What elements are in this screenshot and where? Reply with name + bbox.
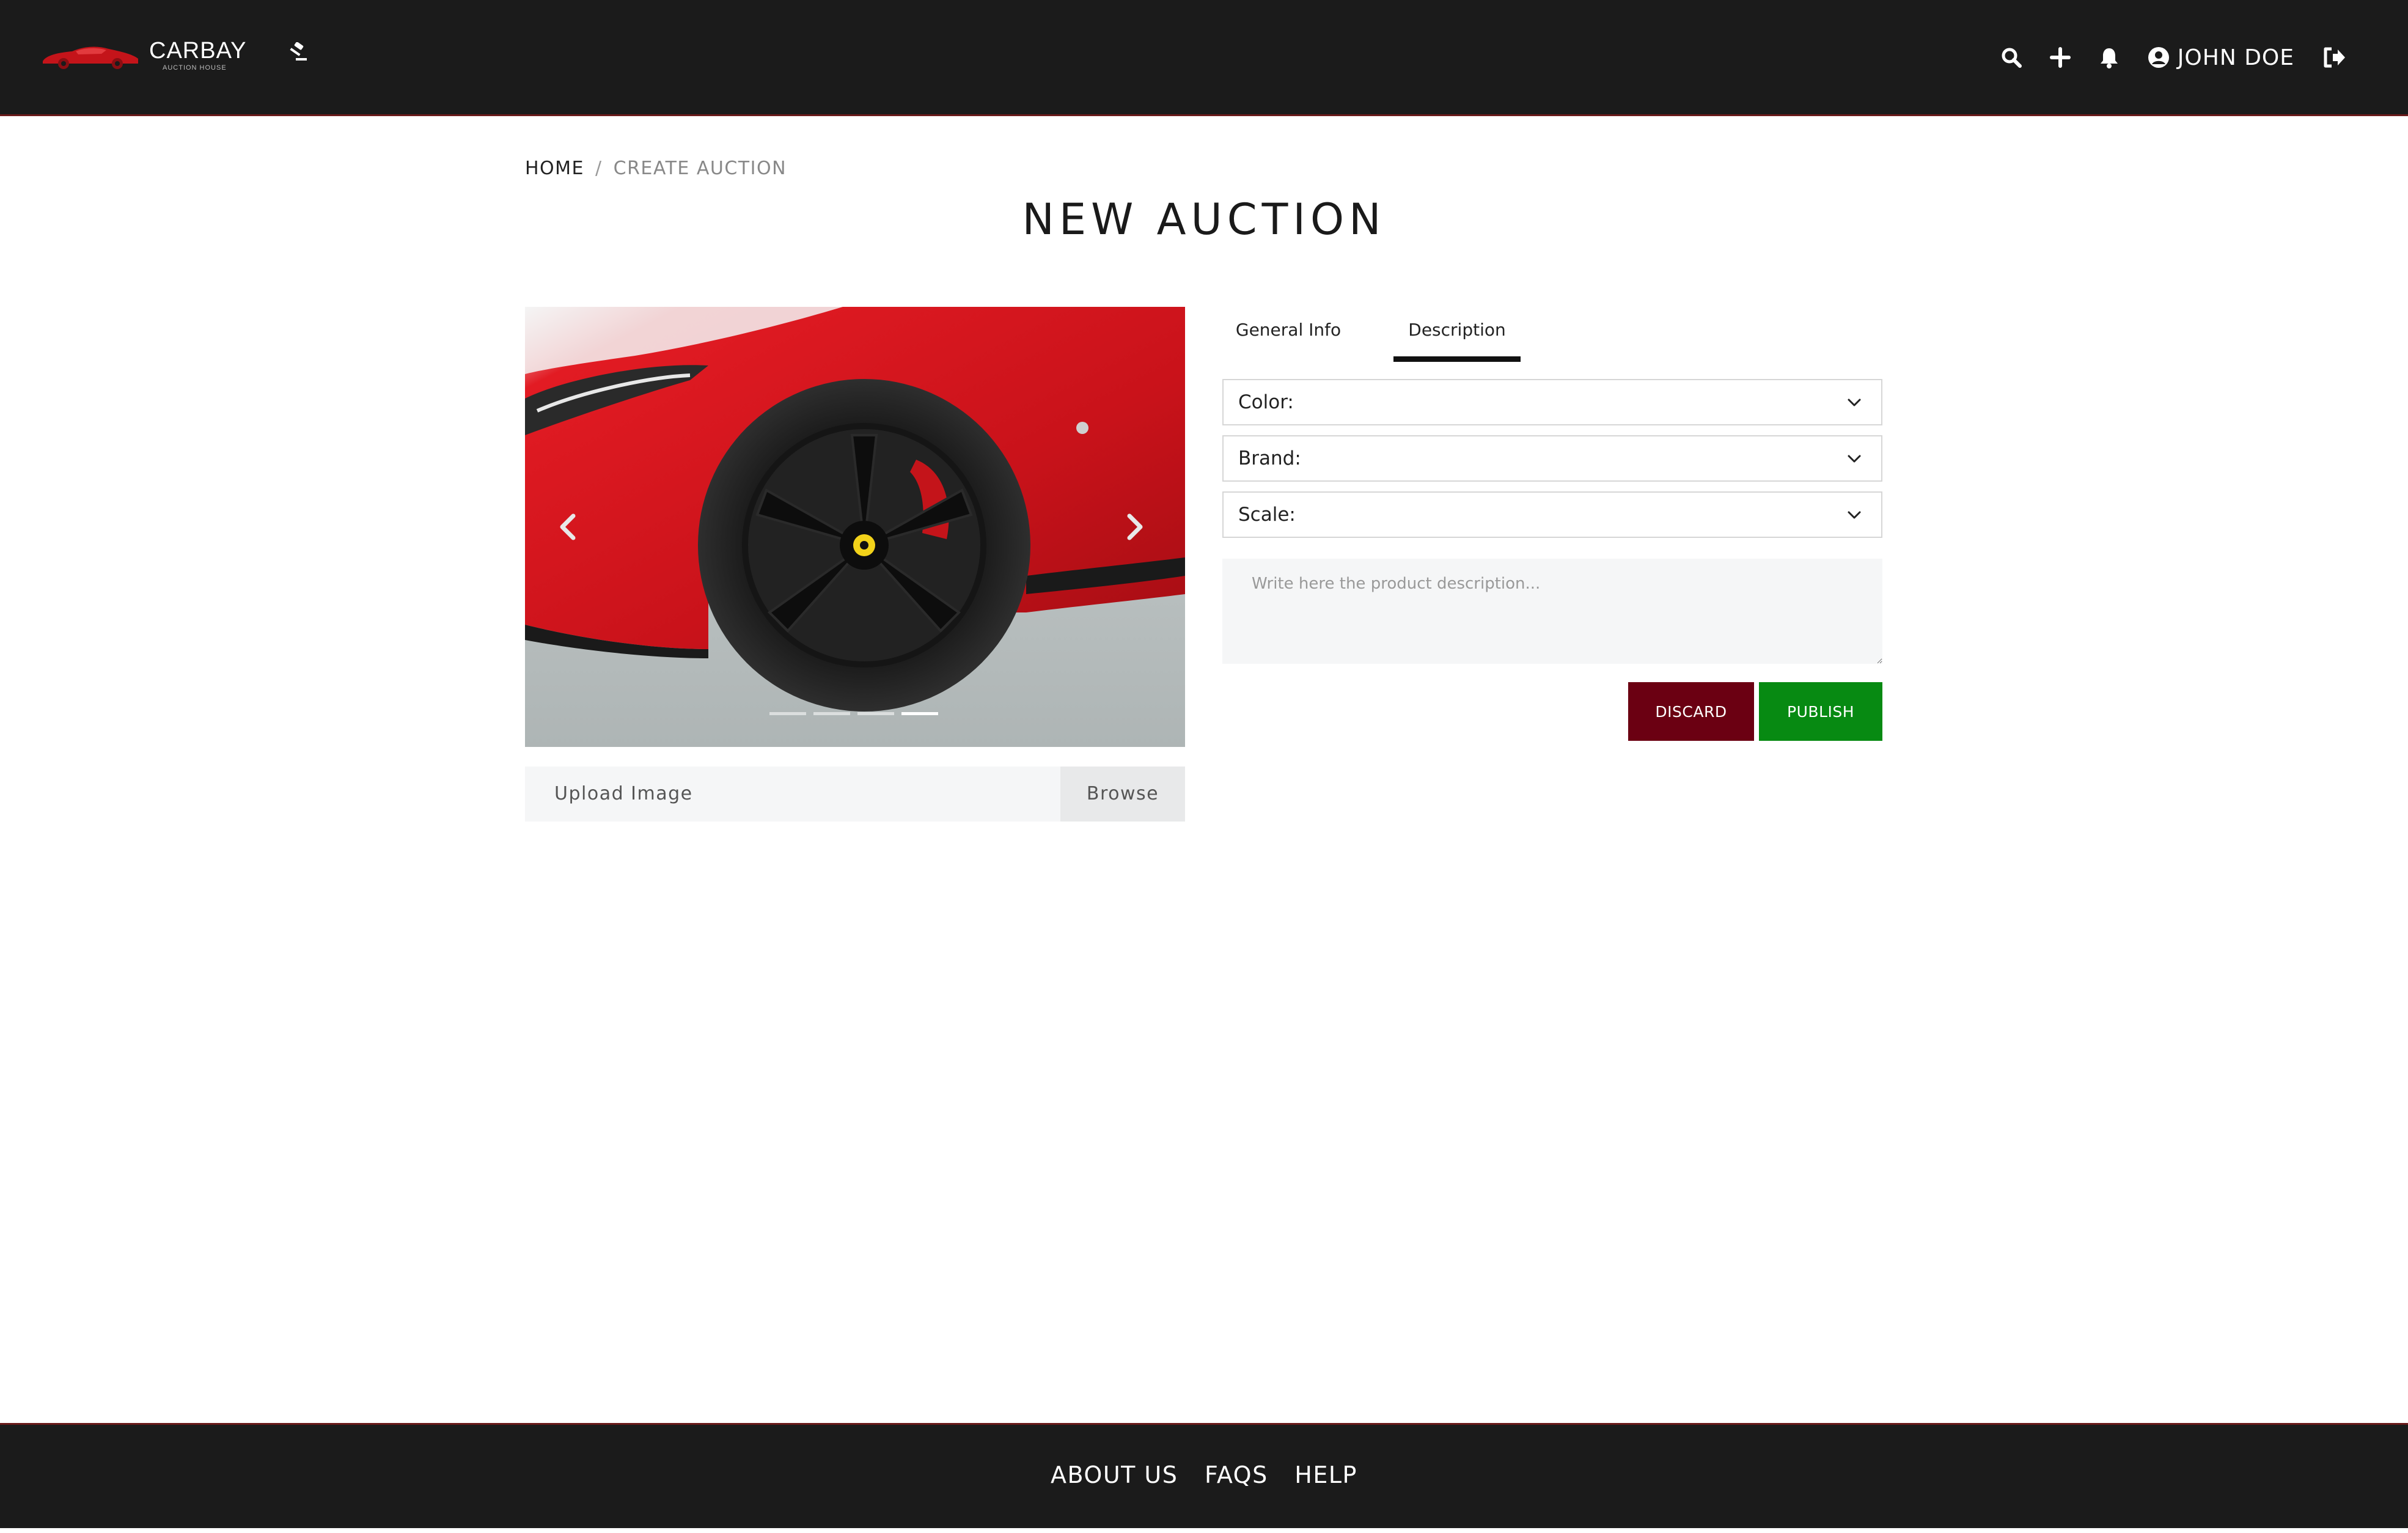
- footer-link-help[interactable]: HELP: [1294, 1461, 1357, 1488]
- user-name: JOHN DOE: [2177, 45, 2294, 70]
- footer-link-faqs[interactable]: FAQS: [1205, 1461, 1268, 1488]
- product-description-textarea[interactable]: [1222, 559, 1882, 664]
- color-select[interactable]: Color:: [1222, 379, 1882, 425]
- gavel-icon: [290, 42, 307, 61]
- scale-select-label: Scale:: [1238, 504, 1296, 526]
- footer-link-about-us[interactable]: ABOUT US: [1051, 1461, 1178, 1488]
- breadcrumb: HOME / CREATE AUCTION: [525, 158, 787, 179]
- logo-tagline: AUCTION HOUSE: [163, 64, 227, 72]
- carousel-prev-button[interactable]: [549, 509, 586, 545]
- image-carousel[interactable]: [525, 307, 1185, 747]
- form-tabs: General Info Description: [1222, 307, 1882, 362]
- carousel-indicator-4[interactable]: [901, 712, 938, 715]
- search-icon[interactable]: [1999, 45, 2024, 70]
- upload-image-label[interactable]: Upload Image: [525, 767, 1060, 822]
- carousel-next-button[interactable]: [1117, 509, 1153, 545]
- breadcrumb-separator: /: [595, 158, 603, 179]
- discard-button[interactable]: DISCARD: [1628, 682, 1754, 741]
- carousel-indicator-1[interactable]: [769, 712, 806, 715]
- brand-select-label: Brand:: [1238, 447, 1301, 469]
- car-wheel-image: [525, 307, 1185, 747]
- plus-icon[interactable]: [2048, 45, 2072, 70]
- scale-select[interactable]: Scale:: [1222, 491, 1882, 538]
- footer-links: ABOUT US FAQS HELP: [0, 1461, 2408, 1488]
- chevron-right-icon: [1127, 513, 1143, 540]
- tab-description[interactable]: Description: [1393, 307, 1521, 362]
- logo-brand-text: CARBAY: [149, 38, 247, 64]
- car-logo-icon: [43, 46, 138, 69]
- carbay-logo[interactable]: CARBAY AUCTION HOUSE: [40, 38, 307, 72]
- browse-button[interactable]: Browse: [1060, 767, 1185, 822]
- tab-general-info[interactable]: General Info: [1222, 307, 1354, 362]
- user-menu[interactable]: JOHN DOE: [2147, 45, 2294, 70]
- page-title: NEW AUCTION: [1022, 194, 1386, 244]
- footer: ABOUT US FAQS HELP: [0, 1423, 2408, 1528]
- carousel-indicator-2[interactable]: [813, 712, 850, 715]
- chevron-down-icon: [1848, 511, 1861, 519]
- chevron-left-icon: [560, 513, 576, 540]
- carousel-indicators: [769, 712, 945, 715]
- image-upload-field[interactable]: Upload Image Browse: [525, 767, 1185, 822]
- color-select-label: Color:: [1238, 391, 1294, 413]
- chevron-down-icon: [1848, 455, 1861, 463]
- navbar-actions: JOHN DOE: [1975, 40, 2347, 75]
- brand-select[interactable]: Brand:: [1222, 435, 1882, 482]
- chevron-down-icon: [1848, 399, 1861, 406]
- sign-out-icon[interactable]: [2322, 45, 2347, 70]
- carousel-indicator-3[interactable]: [857, 712, 894, 715]
- bell-icon[interactable]: [2097, 45, 2121, 70]
- breadcrumb-home-link[interactable]: HOME: [525, 158, 584, 179]
- publish-button[interactable]: PUBLISH: [1759, 682, 1882, 741]
- breadcrumb-current: CREATE AUCTION: [613, 158, 787, 179]
- top-navbar: CARBAY AUCTION HOUSE JOHN DOE: [0, 0, 2408, 116]
- user-circle-icon: [2148, 47, 2169, 68]
